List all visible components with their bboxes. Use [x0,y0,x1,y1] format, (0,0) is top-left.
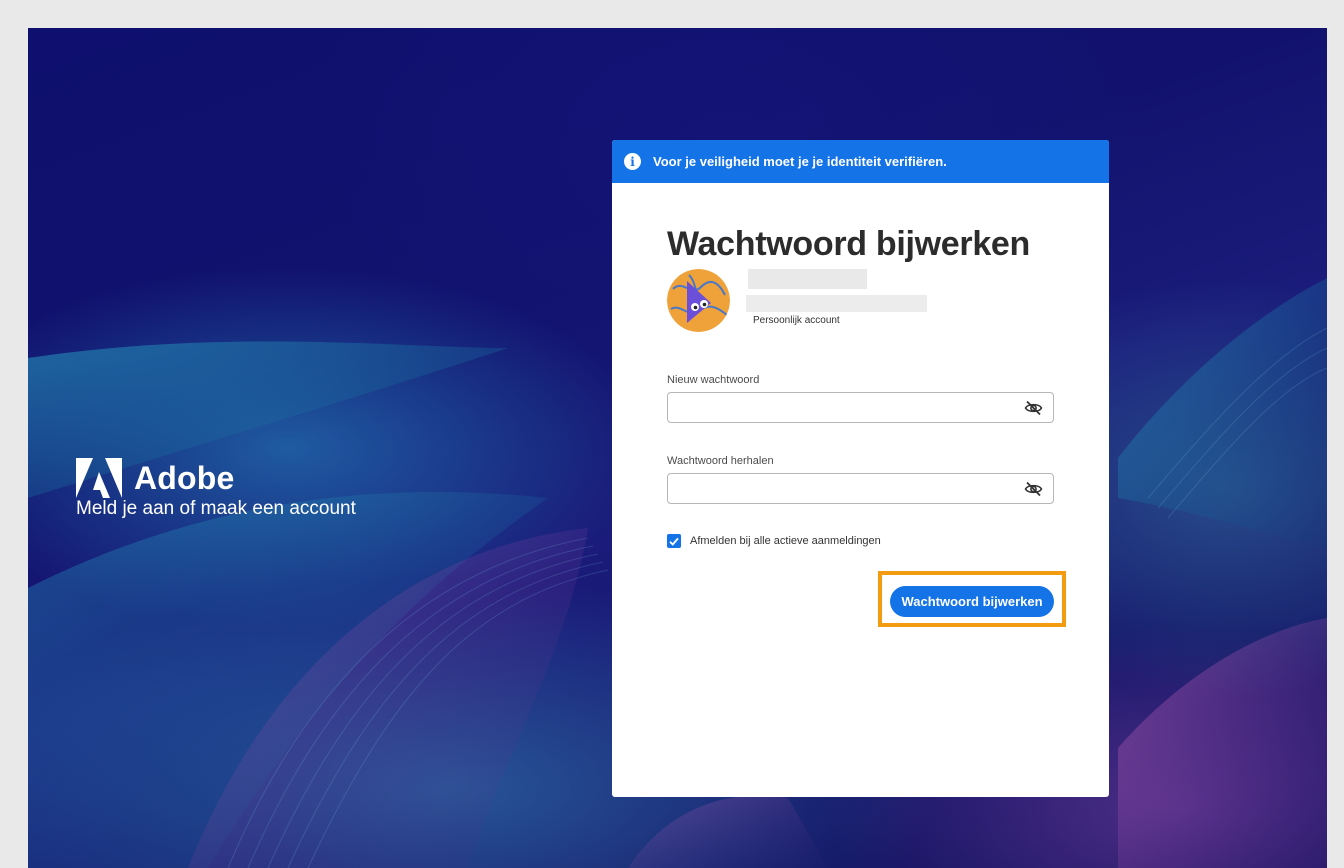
brand-tagline: Meld je aan of maak een account [76,498,356,519]
form-content: Wachtwoord bijwerken Persoonlijk account… [667,225,1054,549]
brand-name: Adobe [134,459,235,496]
adobe-logo-icon [76,458,122,498]
account-email-placeholder [746,295,927,313]
signout-all-checkbox[interactable] [667,534,681,549]
repeat-password-input[interactable] [668,474,1008,504]
signout-all-label[interactable]: Afmelden bij alle actieve aanmeldingen [690,535,881,547]
repeat-password-group: Wachtwoord herhalen [667,455,1054,505]
security-banner: i Voor je veiligheid moet je je identite… [612,140,1109,183]
info-icon: i [624,153,641,170]
repeat-password-field-box [667,473,1054,505]
brand-row: Adobe [76,458,356,498]
avatar [667,269,730,333]
submit-highlight: Wachtwoord bijwerken [878,571,1066,627]
checkmark-icon [669,537,679,546]
page-title: Wachtwoord bijwerken [667,225,1031,263]
account-name-placeholder [748,269,867,290]
brand-block: Adobe Meld je aan of maak een account [76,458,356,520]
repeat-password-label: Wachtwoord herhalen [667,455,774,468]
update-password-card: i Voor je veiligheid moet je je identite… [612,140,1109,797]
account-type: Persoonlijk account [753,315,840,327]
new-password-label: Nieuw wachtwoord [667,374,760,387]
new-password-field-box [667,392,1054,424]
new-password-input[interactable] [668,393,1008,423]
update-password-button[interactable]: Wachtwoord bijwerken [890,586,1054,617]
banner-message: Voor je veiligheid moet je je identiteit… [653,154,947,169]
account-info: Persoonlijk account [667,269,1054,339]
signout-all-row: Afmelden bij alle actieve aanmeldingen [667,534,1054,549]
new-password-group: Nieuw wachtwoord [667,374,1054,424]
eye-off-icon[interactable] [1024,481,1043,497]
eye-off-icon[interactable] [1024,400,1043,416]
